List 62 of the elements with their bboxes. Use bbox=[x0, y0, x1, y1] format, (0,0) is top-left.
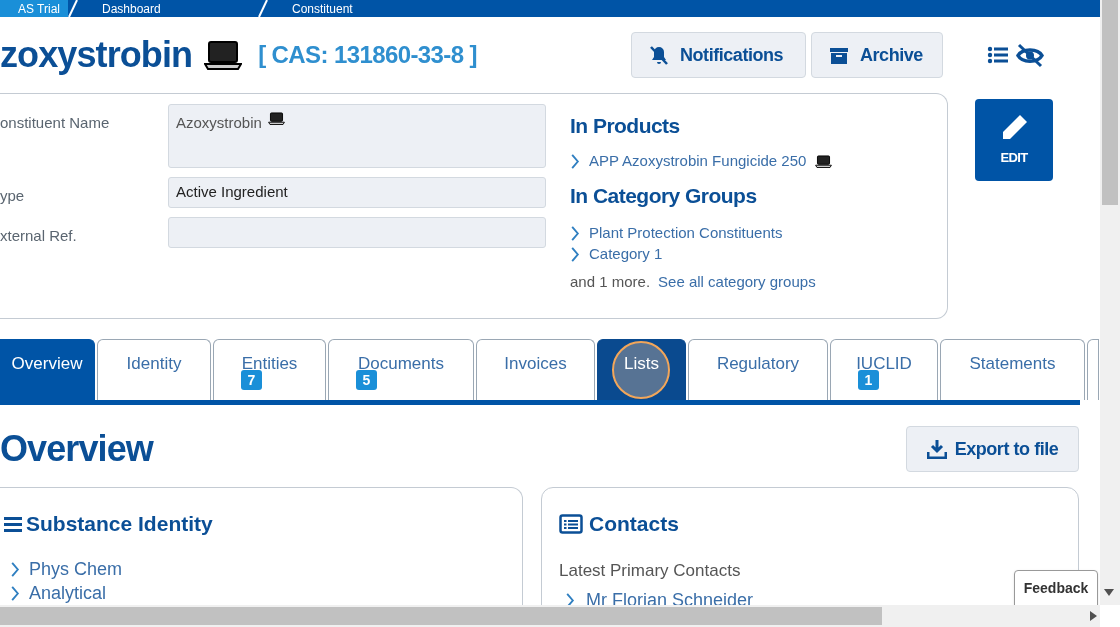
chevron-right-icon bbox=[570, 153, 580, 169]
eye-slash-icon[interactable] bbox=[1016, 43, 1044, 68]
tab[interactable]: Regulatory bbox=[688, 339, 828, 400]
contacts-subheading: Latest Primary Contacts bbox=[559, 559, 742, 582]
vertical-scrollbar[interactable] bbox=[1100, 0, 1120, 605]
contact-link[interactable]: Mr Florian Schneider bbox=[559, 587, 754, 605]
identity-link[interactable]: Phys Chem bbox=[4, 557, 522, 582]
cas-number: [ CAS: 131860-33-8 ] bbox=[258, 40, 477, 70]
tab[interactable]: Statements bbox=[940, 339, 1085, 400]
tab[interactable]: Documents 5 bbox=[328, 339, 474, 400]
action-button[interactable]: Notifications bbox=[631, 32, 806, 78]
count-badge: 7 bbox=[241, 370, 262, 390]
breadcrumb-separator-icon bbox=[68, 0, 78, 17]
chevron-right-icon bbox=[570, 226, 580, 241]
category-group-link[interactable]: Category 1 bbox=[570, 244, 833, 265]
count-badge: 5 bbox=[356, 370, 377, 390]
breadcrumb-link[interactable]: AS Trial bbox=[0, 0, 68, 17]
download-icon bbox=[926, 439, 947, 459]
breadcrumb-separator-icon bbox=[258, 0, 268, 17]
list-box-icon bbox=[559, 513, 583, 534]
card-heading: Contacts bbox=[589, 511, 679, 537]
chevron-right-icon bbox=[570, 247, 580, 262]
section-heading: Overview bbox=[0, 431, 153, 467]
tab[interactable]: Invoices bbox=[476, 339, 595, 400]
more-count-text: and 1 more. bbox=[570, 272, 651, 292]
chevron-right-icon bbox=[10, 586, 20, 601]
section-heading: In Products bbox=[570, 113, 681, 139]
page-title: zoxystrobin bbox=[0, 37, 193, 73]
product-link[interactable]: APP Azoxystrobin Fungicide 250 bbox=[570, 150, 833, 172]
scroll-right-arrow-icon[interactable] bbox=[1090, 611, 1097, 621]
textarea-field[interactable]: Azoxystrobin bbox=[168, 104, 546, 168]
export-button[interactable]: Export to file bbox=[906, 426, 1079, 472]
tab[interactable]: Entities 7 bbox=[213, 339, 326, 400]
list-icon[interactable] bbox=[987, 45, 1009, 65]
menu-icon bbox=[4, 515, 22, 532]
tab[interactable]: Overview bbox=[0, 339, 95, 400]
see-all-link[interactable]: See all category groups bbox=[658, 271, 816, 294]
field-label: xternal Ref. bbox=[0, 226, 78, 246]
chevron-right-icon bbox=[10, 562, 20, 577]
action-button[interactable]: Archive bbox=[811, 32, 943, 78]
identity-link[interactable]: Analytical bbox=[4, 581, 522, 605]
scroll-down-arrow-icon[interactable] bbox=[1104, 589, 1114, 597]
section-heading: In Category Groups bbox=[570, 182, 758, 209]
tab[interactable]: IUCLID 1 bbox=[830, 339, 938, 400]
laptop-icon bbox=[204, 40, 243, 70]
click-highlight bbox=[612, 341, 670, 399]
text-field[interactable] bbox=[168, 217, 546, 248]
card-heading: Substance Identity bbox=[26, 511, 213, 537]
tab[interactable]: Lists bbox=[597, 339, 686, 400]
field-label: ype bbox=[0, 186, 26, 206]
category-group-link[interactable]: Plant Protection Constituents bbox=[570, 223, 833, 244]
laptop-icon bbox=[267, 112, 285, 125]
text-field[interactable]: Active Ingredient bbox=[168, 177, 546, 208]
bell-slash-icon bbox=[648, 44, 670, 66]
chevron-right-icon bbox=[565, 592, 575, 605]
laptop-icon bbox=[815, 154, 833, 168]
tab[interactable]: Identity bbox=[97, 339, 211, 400]
horizontal-scrollbar[interactable] bbox=[0, 605, 1100, 627]
feedback-button[interactable]: Feedback bbox=[1014, 570, 1098, 605]
edit-button[interactable]: EDIT bbox=[975, 99, 1053, 181]
field-label: onstituent Name bbox=[0, 113, 111, 133]
count-badge: 1 bbox=[858, 370, 879, 390]
